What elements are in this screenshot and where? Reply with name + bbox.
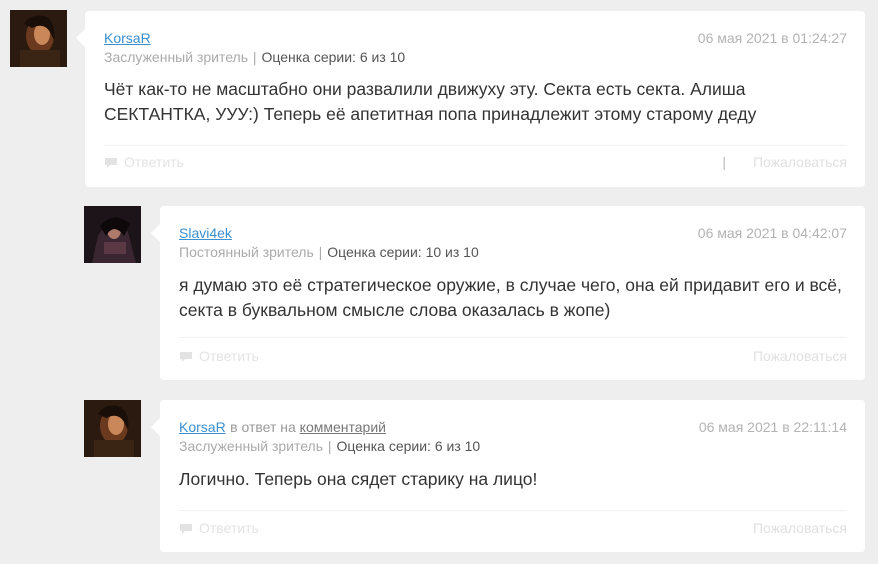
comment-text-line: СЕКТАНТКА, УУУ:) Теперь её апетитная поп… [104,104,757,124]
divider [179,337,847,338]
reply-button[interactable]: Ответить [179,348,259,364]
meta-separator: | [318,244,323,260]
speech-bubble-icon [104,156,118,168]
author-meta: Заслуженный зритель | Оценка серии: 6 из… [179,438,847,454]
episode-rating: Оценка серии: 6 из 10 [336,438,480,454]
comment-date: 06 мая 2021 в 22:11:14 [698,419,847,435]
report-button[interactable]: Пожаловаться [753,520,847,536]
comment-text: Логично. Теперь она сядет старику на лиц… [179,467,847,492]
avatar[interactable] [84,206,141,263]
user-status: Заслуженный зритель [104,49,249,65]
rating-value: 10 из 10 [425,244,479,260]
comment-text-line: Логично. Теперь она сядет старику на лиц… [179,469,538,489]
comment-card: Slavi4ek 06 мая 2021 в 04:42:07 Постоянн… [151,206,865,380]
comment-text-line: я думаю это её стратегическое оружие, в … [179,275,842,295]
user-status: Постоянный зритель [179,244,314,260]
comment-card: KorsaR в ответ на комментарий 06 мая 202… [151,400,865,552]
meta-separator: | [252,49,257,65]
comment-date: 06 мая 2021 в 04:42:07 [697,225,847,241]
rating-label: Оценка серии: [336,438,431,454]
reply-button[interactable]: Ответить [104,154,184,170]
speech-bubble-icon [179,522,193,534]
rating-value: 6 из 10 [434,438,481,454]
comment-text: Чёт как-то не масштабно они развалили дв… [104,77,847,127]
reply-to: в ответ на комментарий [230,419,386,435]
comment-card: KorsaR 06 мая 2021 в 01:24:27 Заслуженны… [76,11,865,187]
user-status: Заслуженный зритель [179,438,324,454]
author-meta: Заслуженный зритель | Оценка серии: 6 из… [104,49,847,65]
author-link[interactable]: KorsaR [104,30,151,46]
episode-rating: Оценка серии: 10 из 10 [327,244,479,260]
comment-actions: Ответить Пожаловаться [179,348,847,368]
comment-date: 06 мая 2021 в 01:24:27 [697,30,847,46]
comment-text: я думаю это её стратегическое оружие, в … [179,273,847,323]
comment-header: KorsaR в ответ на комментарий 06 мая 202… [179,419,847,459]
avatar[interactable] [10,10,67,67]
comment-header: Slavi4ek 06 мая 2021 в 04:42:07 Постоянн… [179,225,847,265]
episode-rating: Оценка серии: 6 из 10 [261,49,405,65]
comment-actions: Ответить Пожаловаться [179,520,847,540]
meta-separator: | [327,438,332,454]
comment-header: KorsaR 06 мая 2021 в 01:24:27 Заслуженны… [104,30,847,70]
comment-actions: Ответить | Пожаловаться [104,154,847,174]
parent-comment-link[interactable]: комментарий [300,419,386,435]
rating-value: 6 из 10 [359,49,406,65]
reply-button[interactable]: Ответить [179,520,259,536]
rating-label: Оценка серии: [327,244,422,260]
avatar[interactable] [84,400,141,457]
speech-bubble-icon [179,350,193,362]
reply-label: Ответить [199,520,259,536]
reply-to-prefix: в ответ на [230,419,296,435]
author-link[interactable]: KorsaR [179,419,226,435]
report-button[interactable]: Пожаловаться [753,348,847,364]
divider [179,510,847,511]
author-link[interactable]: Slavi4ek [179,225,232,241]
reply-label: Ответить [199,348,259,364]
author-meta: Постоянный зритель | Оценка серии: 10 из… [179,244,847,260]
divider [104,145,847,146]
reply-label: Ответить [124,154,184,170]
rating-label: Оценка серии: [261,49,356,65]
report-button[interactable]: Пожаловаться [753,154,847,170]
comment-text-line: секта в буквальном смысле слова оказалас… [179,300,611,320]
comment-text-line: Чёт как-то не масштабно они развалили дв… [104,79,746,99]
actions-separator: | [722,154,726,170]
